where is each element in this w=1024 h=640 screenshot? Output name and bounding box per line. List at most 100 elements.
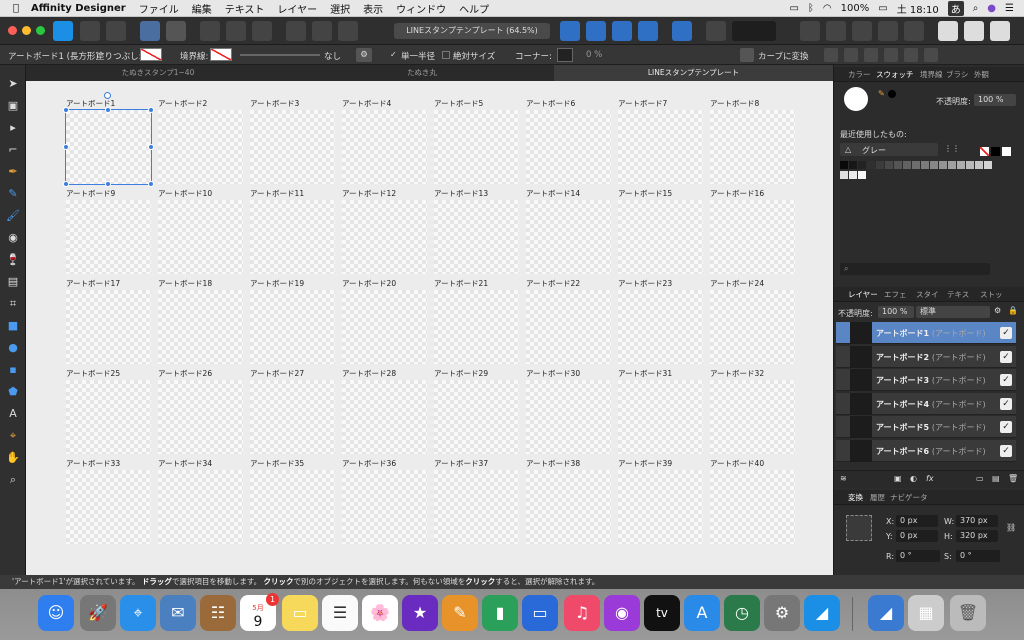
clock[interactable]: 土 18:10 (897, 1, 939, 16)
artboard-canvas[interactable] (66, 380, 151, 454)
gray-swatch[interactable] (876, 161, 884, 169)
corner-tool-icon[interactable]: ⌐ (6, 143, 20, 157)
tab-line-template[interactable]: LINEスタンプテンプレート (554, 65, 833, 81)
w-input[interactable]: 370 px (956, 515, 998, 527)
system-preferences-icon[interactable]: ⚙ (764, 595, 800, 631)
rotate-icon[interactable] (638, 21, 658, 41)
white-swatch[interactable] (1002, 147, 1011, 156)
brush-tool-icon[interactable]: 🖌 (6, 209, 20, 223)
stroke-width-slider[interactable] (240, 54, 320, 56)
menu-window[interactable]: ウィンドウ (396, 1, 446, 16)
apple-tv-icon[interactable]: tv (644, 595, 680, 631)
snap-icon[interactable] (200, 21, 220, 41)
artboard-canvas[interactable] (158, 110, 243, 184)
boolean-divide-icon[interactable] (904, 21, 924, 41)
gray-swatch[interactable] (903, 161, 911, 169)
export-persona-icon[interactable] (106, 21, 126, 41)
artboard-canvas[interactable] (526, 470, 611, 544)
transparency-tool-icon[interactable]: 🍷 (6, 253, 20, 267)
snapping-magnet-icon[interactable] (732, 21, 776, 41)
menu-view[interactable]: 表示 (363, 1, 383, 16)
wifi-icon[interactable]: ◠ (823, 3, 832, 14)
selection-handle[interactable] (148, 107, 154, 113)
assistant-icon[interactable] (938, 21, 958, 41)
tab-styles[interactable]: スタイ (916, 289, 939, 300)
artboard-canvas[interactable] (434, 200, 519, 274)
gray-swatch[interactable] (849, 161, 857, 169)
corner-type-button[interactable] (557, 48, 573, 62)
mail-icon[interactable]: ✉ (160, 595, 196, 631)
arrange-icon[interactable] (612, 21, 632, 41)
document-icon[interactable] (140, 21, 160, 41)
snapping-grid-icon[interactable] (706, 21, 726, 41)
gray-swatch[interactable] (984, 161, 992, 169)
menu-help[interactable]: ヘルプ (459, 1, 489, 16)
tab-color[interactable]: カラー (848, 69, 871, 80)
selection-handle[interactable] (148, 144, 154, 150)
single-radius-checkbox[interactable]: ✓ (390, 50, 399, 59)
artboard-canvas[interactable] (434, 380, 519, 454)
artboard-canvas[interactable] (618, 380, 703, 454)
battery-percent[interactable]: 100% (841, 3, 870, 14)
layer-visibility-checkbox[interactable]: ✓ (1000, 374, 1012, 386)
bluetooth-icon[interactable]: ᛒ (808, 3, 814, 14)
pen-tool-icon[interactable]: ✒ (6, 165, 20, 179)
snap-grid-icon[interactable] (252, 21, 272, 41)
swatch-menu-icon[interactable]: ⋮⋮ (944, 144, 960, 153)
pencil-tool-icon[interactable]: ✎ (6, 187, 20, 201)
app-store-icon[interactable]: A (684, 595, 720, 631)
insert-inside-icon[interactable] (990, 21, 1010, 41)
align-middle-icon[interactable] (904, 48, 918, 62)
anchor-grid[interactable] (846, 515, 872, 541)
layer-visibility-checkbox[interactable]: ✓ (1000, 421, 1012, 433)
input-method-icon[interactable]: あ (947, 0, 964, 16)
hand-tool-icon[interactable]: ✋ (6, 451, 20, 465)
layer-row[interactable]: アートボード1 (アートボード) ✓ (836, 322, 1016, 344)
app-menu[interactable]: Affinity Designer (31, 3, 126, 14)
finder-icon[interactable]: ☺ (38, 595, 74, 631)
artboard-canvas[interactable] (66, 470, 151, 544)
artboard-canvas[interactable] (434, 110, 519, 184)
artboard-canvas[interactable] (710, 110, 795, 184)
affinity-folder-icon[interactable]: ◢ (868, 595, 904, 631)
swatch-search-input[interactable]: ⌕ (840, 263, 990, 275)
transform-icon[interactable] (286, 21, 306, 41)
layer-row[interactable]: アートボード2 (アートボード) ✓ (836, 345, 1016, 368)
artboard-canvas[interactable] (65, 109, 152, 185)
flip-v-icon[interactable] (586, 21, 606, 41)
black-swatch[interactable] (991, 147, 1000, 156)
artboard-canvas[interactable] (342, 290, 427, 364)
imovie-icon[interactable]: ★ (402, 595, 438, 631)
fx-icon[interactable]: fx (926, 474, 934, 483)
mask-icon[interactable]: ▣ (894, 474, 902, 483)
tab-history[interactable]: 履歴 (870, 492, 885, 503)
adjustment-icon[interactable]: ◐ (910, 474, 917, 483)
launchpad-icon[interactable]: 🚀 (80, 595, 116, 631)
rotation-handle[interactable] (104, 92, 111, 99)
fill-tool-icon[interactable]: ◉ (6, 231, 20, 245)
artboard-canvas[interactable] (342, 200, 427, 274)
align-right-icon[interactable] (864, 48, 878, 62)
artboard-canvas[interactable] (342, 470, 427, 544)
grid-icon[interactable] (338, 21, 358, 41)
boolean-intersect-icon[interactable] (852, 21, 872, 41)
selection-handle[interactable] (63, 181, 69, 187)
y-input[interactable]: 0 px (896, 530, 938, 542)
settings-icon[interactable] (166, 21, 186, 41)
menu-text[interactable]: テキスト (225, 1, 265, 16)
menu-edit[interactable]: 編集 (192, 1, 212, 16)
boolean-add-icon[interactable] (800, 21, 820, 41)
canvas[interactable]: アートボード1 アートボード2 アートボード3 アートボード4 アートボード5 アートボー… (26, 81, 833, 575)
shape-tool-icon[interactable]: ⬟ (6, 385, 20, 399)
artboard-canvas[interactable] (158, 200, 243, 274)
tab-swatches[interactable]: スウォッチ (876, 69, 914, 80)
artboard-canvas[interactable] (250, 470, 335, 544)
menu-file[interactable]: ファイル (139, 1, 179, 16)
layer-visibility-checkbox[interactable]: ✓ (1000, 327, 1012, 339)
airplay-icon[interactable]: ▭ (789, 3, 798, 14)
color-picker-icon[interactable]: ✎ (878, 89, 885, 98)
none-swatch[interactable] (980, 147, 989, 156)
layer-visibility-checkbox[interactable]: ✓ (1000, 350, 1012, 363)
layers-stack-icon[interactable]: ≋ (840, 474, 847, 483)
gray-swatch[interactable] (948, 161, 956, 169)
